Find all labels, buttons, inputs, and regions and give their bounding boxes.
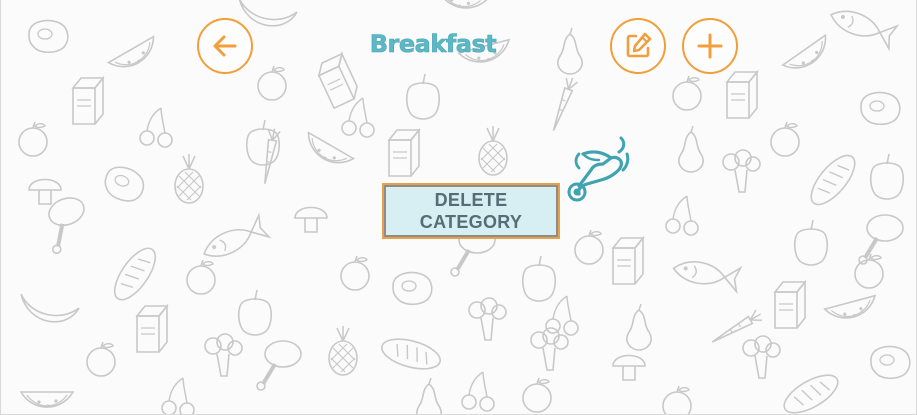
edit-pencil-icon [626, 32, 652, 58]
pointing-hand-icon [567, 136, 630, 202]
page-title: Breakfast [369, 30, 497, 59]
arrow-left-icon [213, 35, 237, 57]
back-button[interactable] [197, 18, 253, 74]
plus-icon [697, 33, 723, 59]
app-screen: Breakfast DELETE CATEGORY [0, 0, 917, 415]
edit-button[interactable] [610, 18, 666, 74]
delete-category-label: DELETE CATEGORY [419, 190, 523, 232]
delete-category-button[interactable]: DELETE CATEGORY [382, 183, 560, 239]
add-button[interactable] [682, 18, 738, 74]
top-bar: Breakfast [1, 0, 916, 90]
